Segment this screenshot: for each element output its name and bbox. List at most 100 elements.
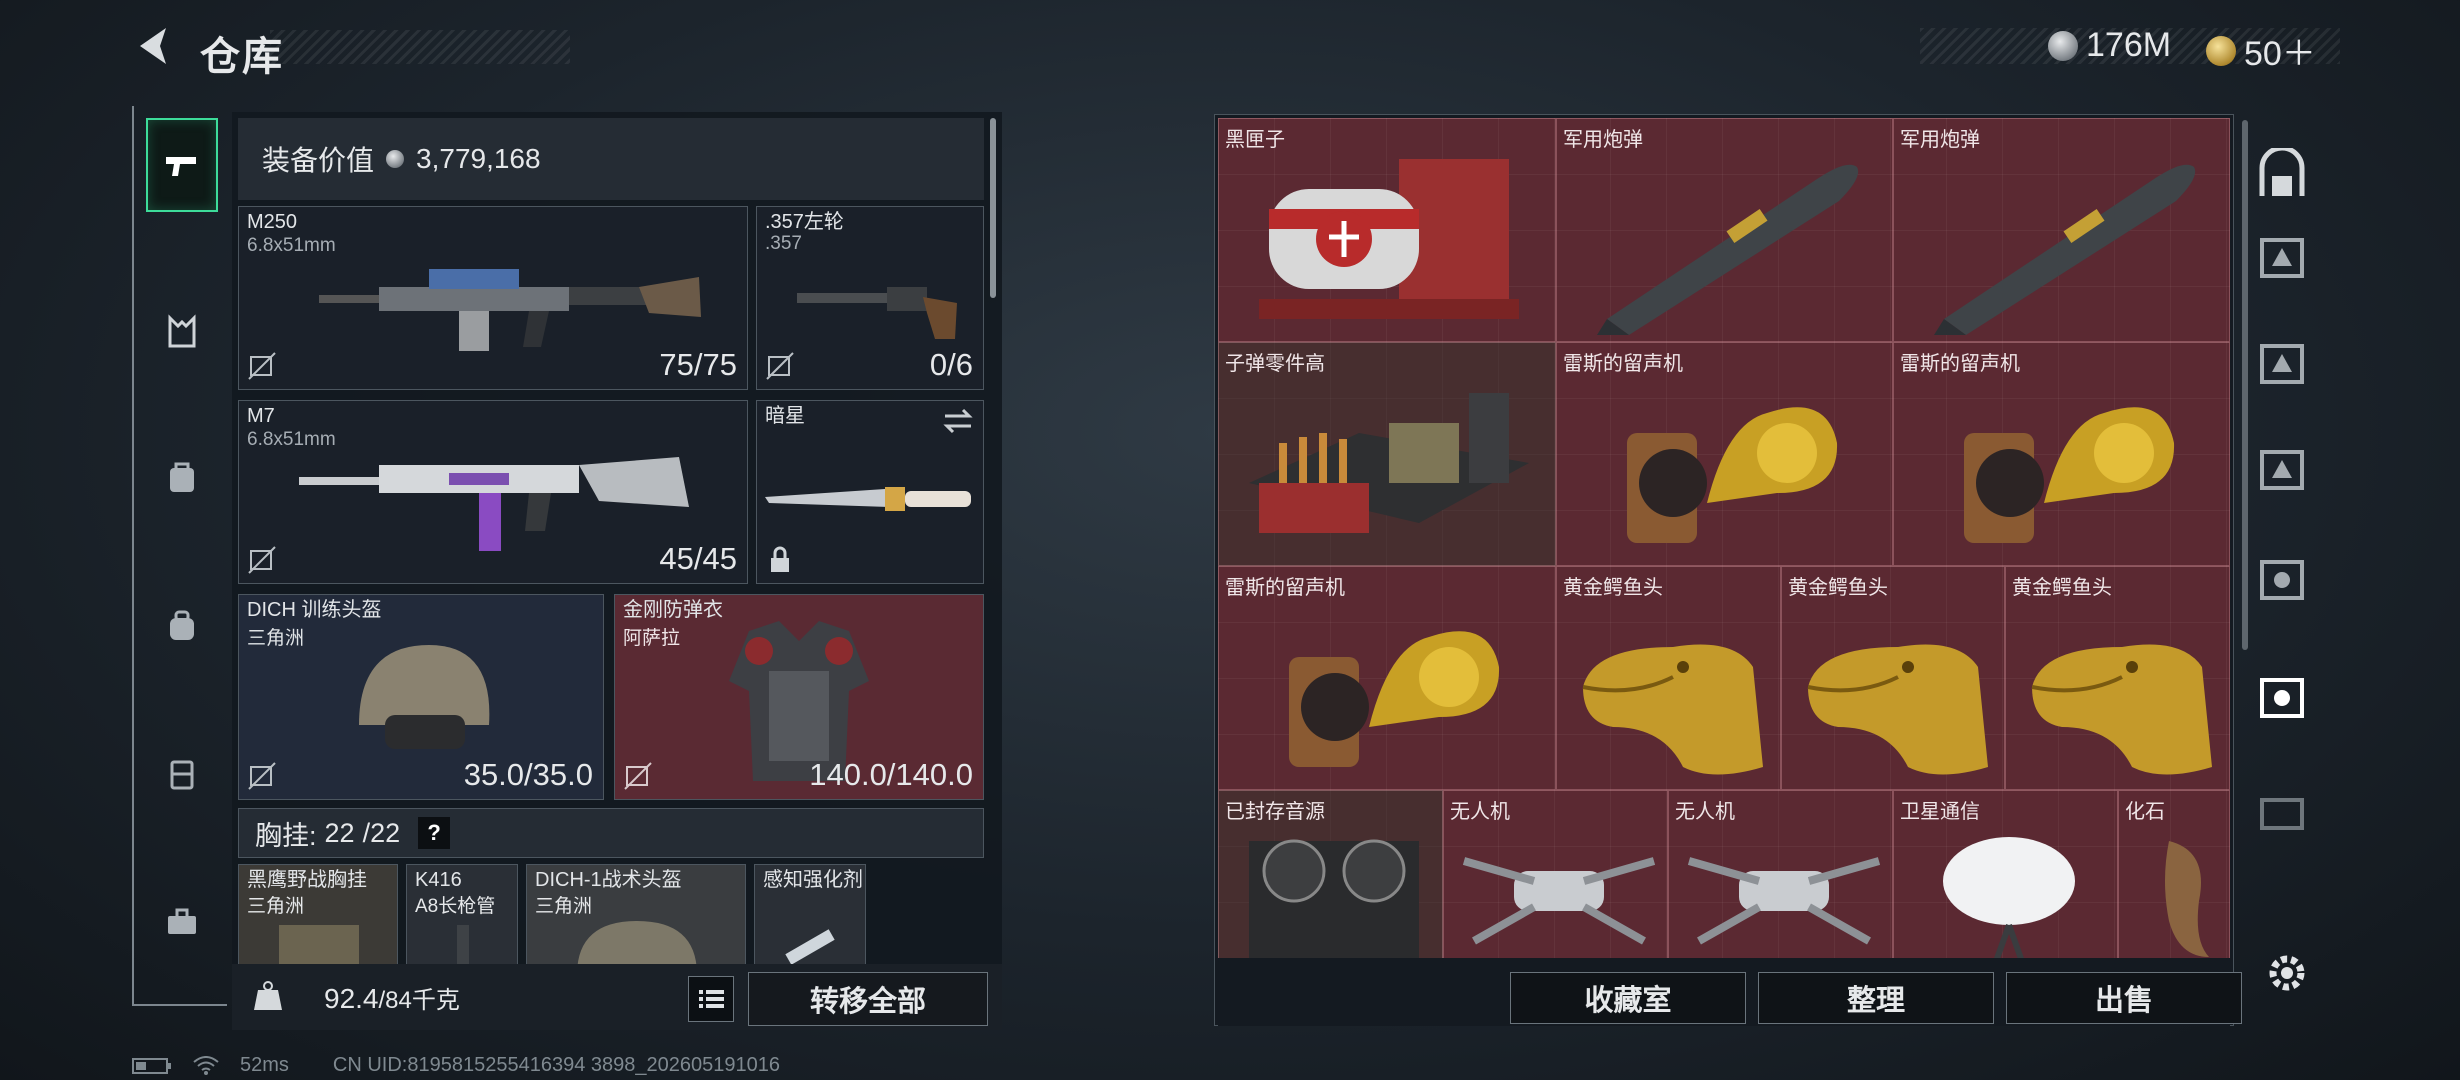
storage-tab-6[interactable]	[2246, 662, 2318, 734]
silver-amount: 176M	[2086, 26, 2172, 64]
chest-rig-header: 胸挂: 22/22 ?	[238, 808, 984, 858]
gold-crocodile-icon	[1807, 644, 1988, 775]
slot-name: DICH 训练头盔	[247, 599, 382, 621]
armor-slot[interactable]: 金刚防弹衣 阿萨拉 140.0/140.0	[614, 594, 984, 800]
nav-toolbox[interactable]	[146, 886, 218, 958]
storage-tab-4[interactable]	[2246, 434, 2318, 506]
storage-item[interactable]: 无人机	[1668, 790, 1893, 958]
nav-backpack[interactable]	[146, 590, 218, 662]
ammo-crate-icon	[1249, 393, 1529, 533]
weight-max: /84千克	[378, 987, 460, 1014]
settings-icon[interactable]	[2264, 950, 2310, 996]
chest-rig-label: 胸挂:	[255, 820, 317, 851]
storage-tab-2[interactable]	[2246, 222, 2318, 294]
gold-crocodile-icon	[2031, 644, 2212, 775]
transfer-all-button[interactable]: 转移全部	[748, 972, 988, 1026]
storage-item[interactable]: 雷斯的留声机	[1218, 566, 1556, 790]
storage-item[interactable]: 已封存音源	[1218, 790, 1443, 958]
storage-box-icon	[2260, 678, 2304, 718]
storage-item[interactable]: 无人机	[1443, 790, 1668, 958]
missile-icon	[1597, 164, 1859, 335]
chest-item[interactable]: 黑鹰野战胸挂 三角洲	[238, 864, 398, 974]
item-name: 雷斯的留声机	[1563, 353, 1683, 375]
sidearm-slot[interactable]: .357左轮 .357 0/6	[756, 206, 984, 390]
secondary-weapon-slot[interactable]: M7 6.8x51mm 45/45	[238, 400, 748, 584]
revolver-icon	[797, 287, 957, 339]
storage-box-icon	[2260, 344, 2304, 384]
storage-box-icon	[2260, 450, 2304, 490]
item-name: 黄金鳄鱼头	[1788, 577, 1888, 599]
melee-slot[interactable]: 暗星	[756, 400, 984, 584]
list-view-button[interactable]	[688, 976, 734, 1022]
no-attachment-icon	[248, 546, 276, 574]
helmet-icon	[359, 645, 490, 749]
storage-tab-7[interactable]	[2246, 778, 2318, 850]
item-name: 黑匣子	[1225, 129, 1285, 151]
backpack-armor-icon	[170, 462, 194, 492]
slot-name: 金刚防弹衣	[623, 599, 723, 621]
chest-item[interactable]: DICH-1战术头盔 三角洲	[526, 864, 746, 974]
sell-button[interactable]: 出售	[2006, 972, 2242, 1024]
organize-button[interactable]: 整理	[1758, 972, 1994, 1024]
storage-item[interactable]: 黄金鳄鱼头	[1556, 566, 1781, 790]
battery-icon	[132, 1057, 171, 1074]
nav-firearms[interactable]	[146, 118, 218, 212]
storage-tab-all[interactable]	[2246, 140, 2318, 212]
storage-item[interactable]: 黑匣子	[1218, 118, 1556, 342]
gold-currency[interactable]: 50＋	[2206, 26, 2316, 75]
durability: 35.0/35.0	[463, 757, 593, 792]
storage-item[interactable]: 化石	[2118, 790, 2230, 958]
primary-weapon-slot[interactable]: M250 6.8x51mm 75/75	[238, 206, 748, 390]
page-title: 仓库	[200, 35, 284, 79]
item-name: 黄金鳄鱼头	[2012, 577, 2112, 599]
black-box-icon	[1259, 159, 1519, 319]
fossil-icon	[2165, 841, 2209, 957]
item-sub: 三角洲	[247, 896, 305, 917]
storage-item[interactable]: 雷斯的留声机	[1893, 342, 2230, 566]
no-attachment-icon	[248, 352, 276, 380]
category-nav	[132, 106, 227, 1006]
storage-box-icon	[2260, 798, 2304, 830]
item-sub: A8长枪管	[415, 896, 496, 917]
panel-scrollbar[interactable]	[990, 118, 996, 298]
slot-sub: .357	[765, 233, 802, 254]
storage-tabs	[2240, 114, 2326, 1026]
silver-currency[interactable]: 176M	[2048, 26, 2171, 65]
slot-sub: 三角洲	[247, 628, 305, 649]
back-icon[interactable]	[130, 22, 178, 70]
help-icon[interactable]: ?	[418, 817, 451, 849]
helmet-slot[interactable]: DICH 训练头盔 三角洲 35.0/35.0	[238, 594, 604, 800]
storage-tab-3[interactable]	[2246, 328, 2318, 400]
chest-item[interactable]: 感知强化剂	[754, 864, 866, 974]
machine-gun-icon	[319, 269, 701, 351]
item-name: 化石	[2125, 801, 2165, 823]
case-icon	[170, 760, 194, 790]
slot-sub: 阿萨拉	[623, 628, 681, 649]
item-name: 感知强化剂	[763, 869, 863, 891]
nav-chest-rig[interactable]	[146, 296, 218, 368]
storage-tab-5[interactable]	[2246, 544, 2318, 616]
satellite-dish-icon	[1943, 837, 2075, 958]
storage-item[interactable]: 黄金鳄鱼头	[2005, 566, 2230, 790]
nav-case[interactable]	[146, 738, 218, 810]
weight-icon	[254, 981, 282, 1010]
storage-grid: 黑匣子 军用炮弹 军用炮弹 子弹零件高 雷斯的留声机 雷斯的留声机 雷斯的留声机…	[1218, 118, 2230, 958]
storage-action-bar: 收藏室 整理 出售	[1218, 962, 2242, 1026]
gold-coin-icon	[2206, 35, 2236, 66]
storage-item[interactable]: 军用炮弹	[1556, 118, 1893, 342]
toolbox-icon	[168, 908, 196, 934]
tape-recorder-icon	[1249, 839, 1419, 958]
item-name: 雷斯的留声机	[1225, 577, 1345, 599]
collection-room-button[interactable]: 收藏室	[1510, 972, 1746, 1024]
storage-item[interactable]: 军用炮弹	[1893, 118, 2230, 342]
list-icon	[699, 990, 724, 1008]
storage-item[interactable]: 黄金鳄鱼头	[1781, 566, 2005, 790]
storage-item[interactable]: 子弹零件高	[1218, 342, 1556, 566]
swap-icon[interactable]	[941, 407, 975, 435]
storage-item[interactable]: 雷斯的留声机	[1556, 342, 1893, 566]
nav-armor-bag[interactable]	[146, 442, 218, 514]
chest-item[interactable]: K416 A8长枪管	[406, 864, 518, 974]
storage-item[interactable]: 卫星通信	[1893, 790, 2118, 958]
drone-icon	[1462, 857, 1656, 945]
item-name: 已封存音源	[1225, 801, 1325, 823]
